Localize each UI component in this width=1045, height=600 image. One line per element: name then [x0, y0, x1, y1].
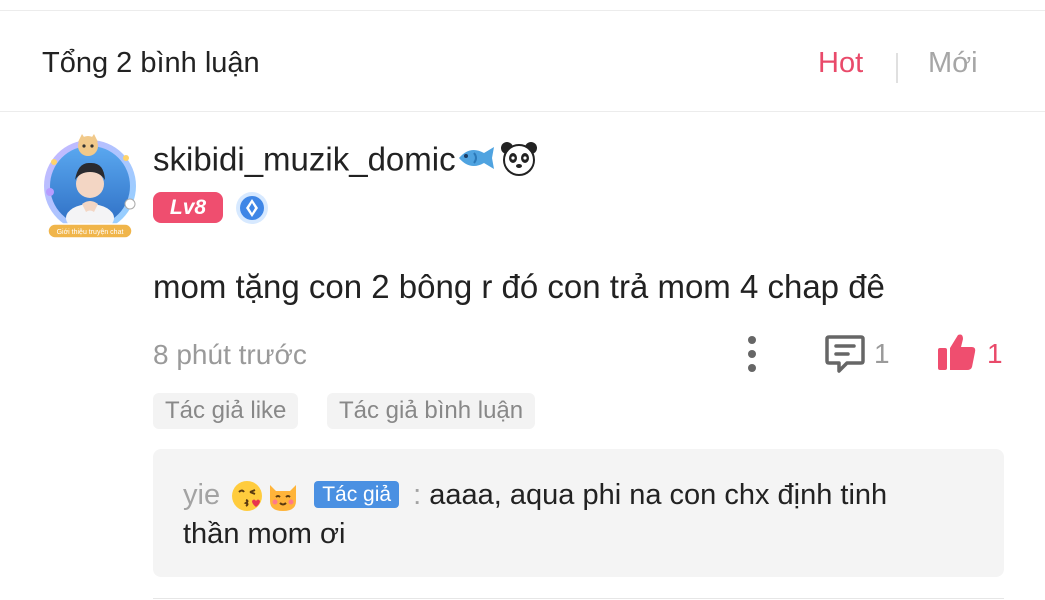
- username-row[interactable]: skibidi_muzik_domic: [153, 140, 538, 184]
- comment-time: 8 phút trước: [153, 339, 307, 370]
- avatar-frame-text: Giới thiệu truyện chat: [57, 229, 124, 236]
- username[interactable]: skibidi_muzik_domic: [153, 141, 456, 178]
- reply-text-line-2: thần mom ơi: [183, 518, 346, 550]
- panda-icon: [500, 140, 538, 184]
- reply-separator: :: [413, 479, 422, 511]
- reply-line-1: yie Tác giả : aaaa, aqua phi na con chx …: [183, 479, 887, 513]
- header-divider: [0, 111, 1045, 112]
- more-options-icon[interactable]: [740, 334, 764, 374]
- sort-divider: [896, 53, 898, 83]
- reply-preview[interactable]: yie Tác giả : aaaa, aqua phi na con chx …: [153, 449, 1004, 577]
- author-liked-tag: Tác giả like: [153, 393, 299, 429]
- fish-icon: [456, 143, 498, 181]
- sort-new-tab[interactable]: Mới: [928, 47, 978, 80]
- avatar[interactable]: Giới thiệu truyện chat: [38, 132, 142, 240]
- comment-text: mom tặng con 2 bông r đó con trả mom 4 c…: [153, 268, 885, 305]
- reply-author[interactable]: yie: [183, 479, 220, 511]
- reply-text-line-1: aaaa, aqua phi na con chx định tinh: [429, 479, 888, 511]
- like-count: 1: [987, 338, 1003, 369]
- cat-face-icon: [266, 479, 300, 513]
- comments-header: Tổng 2 bình luận Hot Mới: [0, 11, 1045, 111]
- reply-icon[interactable]: [823, 333, 867, 375]
- bottom-divider: [153, 598, 1004, 599]
- author-badge: Tác giả: [314, 480, 400, 508]
- rank-medal-icon: [235, 191, 269, 225]
- sort-hot-tab[interactable]: Hot: [818, 47, 863, 80]
- author-replied-tag: Tác giả bình luận: [327, 393, 536, 429]
- kissing-face-icon: [230, 479, 264, 513]
- level-badge: Lv8: [153, 192, 223, 223]
- comment-count-title: Tổng 2 bình luận: [42, 47, 260, 79]
- thumbs-up-icon[interactable]: [936, 331, 978, 373]
- reply-count: 1: [874, 338, 890, 369]
